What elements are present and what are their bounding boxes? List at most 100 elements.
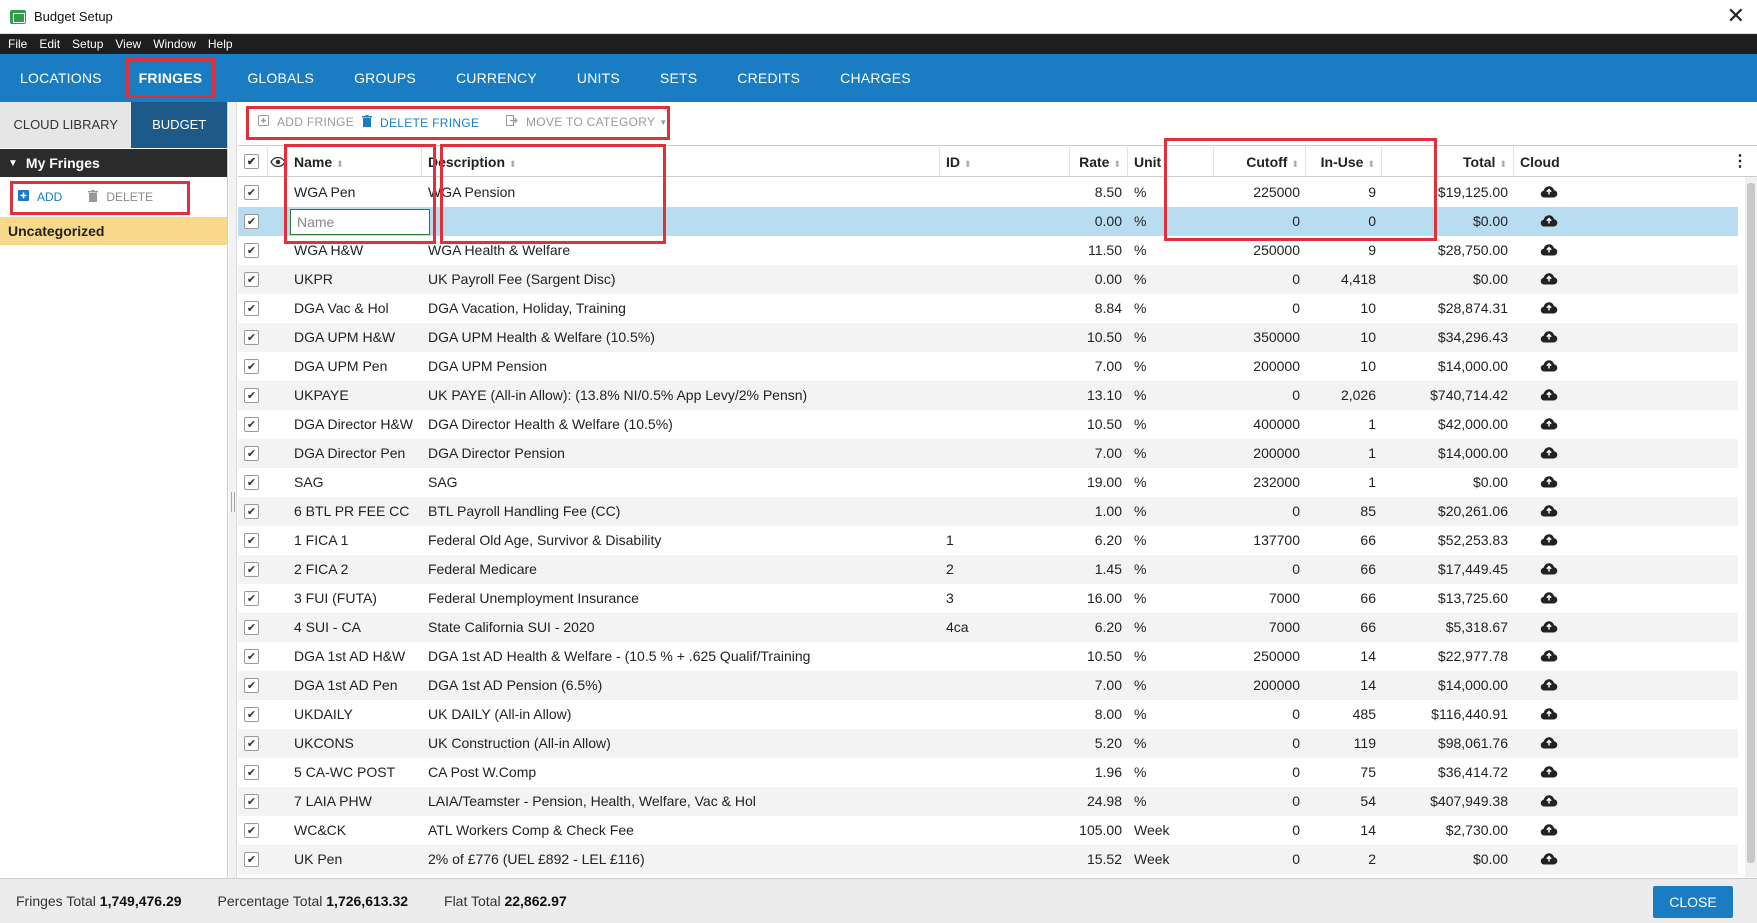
tab-sets[interactable]: SETS <box>640 54 717 102</box>
fringe-id[interactable] <box>946 236 1066 265</box>
column-in-use[interactable]: In-Use ⬍ <box>1306 147 1382 177</box>
fringe-rate[interactable]: 16.00 <box>1070 584 1122 613</box>
fringe-cutoff[interactable]: 0 <box>1214 787 1300 816</box>
row-visible-checkbox[interactable]: ✔ <box>244 504 259 519</box>
menu-window[interactable]: Window <box>153 37 196 51</box>
fringe-rate[interactable]: 10.50 <box>1070 410 1122 439</box>
fringe-cutoff[interactable]: 0 <box>1214 816 1300 845</box>
fringe-unit[interactable]: % <box>1134 439 1214 468</box>
fringe-rate[interactable]: 1.00 <box>1070 497 1122 526</box>
fringe-name[interactable]: DGA Director Pen <box>294 439 422 468</box>
fringe-cutoff[interactable]: 0 <box>1214 294 1300 323</box>
column-cutoff[interactable]: Cutoff ⬍ <box>1214 147 1306 177</box>
fringe-rate[interactable]: 8.00 <box>1070 700 1122 729</box>
row-visible-checkbox[interactable]: ✔ <box>244 562 259 577</box>
fringe-cutoff[interactable]: 200000 <box>1214 439 1300 468</box>
row-visible-checkbox[interactable]: ✔ <box>244 475 259 490</box>
fringe-cutoff[interactable]: 7000 <box>1214 584 1300 613</box>
fringe-unit[interactable]: % <box>1134 207 1214 236</box>
fringe-cutoff[interactable]: 0 <box>1214 207 1300 236</box>
fringe-cutoff[interactable]: 250000 <box>1214 642 1300 671</box>
table-row[interactable]: ✔ UK Pen 2% of £776 (UEL £892 - LEL £116) 1… <box>238 845 1738 874</box>
fringe-description[interactable]: CA Post W.Comp <box>428 758 938 787</box>
row-visible-checkbox[interactable]: ✔ <box>244 620 259 635</box>
select-all-checkbox[interactable]: ✔ <box>244 154 259 169</box>
fringe-description[interactable]: DGA Vacation, Holiday, Training <box>428 294 938 323</box>
close-button[interactable]: CLOSE <box>1653 886 1733 918</box>
fringe-name-input[interactable] <box>290 209 430 235</box>
table-row[interactable]: ✔ 4 SUI - CA State California SUI - 2020 4c… <box>238 613 1738 642</box>
fringe-description[interactable]: BTL Payroll Handling Fee (CC) <box>428 497 938 526</box>
fringe-name[interactable]: 4 SUI - CA <box>294 613 422 642</box>
fringe-description[interactable]: DGA 1st AD Health & Welfare - (10.5 % + … <box>428 642 938 671</box>
window-close-icon[interactable]: ✕ <box>1727 4 1745 28</box>
fringe-rate[interactable]: 8.50 <box>1070 178 1122 207</box>
table-row[interactable]: ✔ 3 FUI (FUTA) Federal Unemployment Insura… <box>238 584 1738 613</box>
fringe-rate[interactable]: 6.20 <box>1070 526 1122 555</box>
fringe-name[interactable]: 7 LAIA PHW <box>294 787 422 816</box>
fringe-name[interactable]: WGA H&W <box>294 236 422 265</box>
cloud-upload-icon[interactable] <box>1540 823 1558 837</box>
fringe-unit[interactable]: % <box>1134 787 1214 816</box>
fringe-name[interactable]: DGA Vac & Hol <box>294 294 422 323</box>
fringe-rate[interactable]: 1.96 <box>1070 758 1122 787</box>
fringe-name[interactable]: UKDAILY <box>294 700 422 729</box>
fringe-description[interactable]: WGA Pension <box>428 178 938 207</box>
fringe-description[interactable]: UK DAILY (All-in Allow) <box>428 700 938 729</box>
fringe-unit[interactable]: % <box>1134 613 1214 642</box>
fringe-rate[interactable]: 7.00 <box>1070 439 1122 468</box>
row-visible-checkbox[interactable]: ✔ <box>244 301 259 316</box>
fringe-name[interactable]: WGA Pen <box>294 178 422 207</box>
fringe-unit[interactable]: Week <box>1134 845 1214 874</box>
row-visible-checkbox[interactable]: ✔ <box>244 388 259 403</box>
fringe-description[interactable]: DGA Director Health & Welfare (10.5%) <box>428 410 938 439</box>
fringe-name[interactable]: UKCONS <box>294 729 422 758</box>
row-visible-checkbox[interactable]: ✔ <box>244 591 259 606</box>
column-cloud[interactable]: Cloud <box>1514 147 1578 177</box>
tab-credits[interactable]: CREDITS <box>717 54 820 102</box>
fringe-id[interactable] <box>946 497 1066 526</box>
fringe-unit[interactable]: % <box>1134 236 1214 265</box>
fringe-description[interactable]: LAIA/Teamster - Pension, Health, Welfare… <box>428 787 938 816</box>
fringe-unit[interactable]: % <box>1134 265 1214 294</box>
move-to-category-button[interactable]: MOVE TO CATEGORY ▼ <box>506 115 668 129</box>
fringe-cutoff[interactable]: 0 <box>1214 555 1300 584</box>
fringe-id[interactable] <box>946 265 1066 294</box>
cloud-upload-icon[interactable] <box>1540 707 1558 721</box>
fringe-id[interactable] <box>946 381 1066 410</box>
cloud-upload-icon[interactable] <box>1540 475 1558 489</box>
fringe-id[interactable] <box>946 729 1066 758</box>
table-row[interactable]: ✔ DGA Director Pen DGA Director Pension 7.0… <box>238 439 1738 468</box>
fringe-cutoff[interactable]: 137700 <box>1214 526 1300 555</box>
cloud-upload-icon[interactable] <box>1540 765 1558 779</box>
fringe-id[interactable] <box>946 816 1066 845</box>
cloud-upload-icon[interactable] <box>1540 330 1558 344</box>
row-visible-checkbox[interactable]: ✔ <box>244 243 259 258</box>
fringe-description[interactable]: Federal Unemployment Insurance <box>428 584 938 613</box>
cloud-upload-icon[interactable] <box>1540 533 1558 547</box>
fringe-rate[interactable]: 8.84 <box>1070 294 1122 323</box>
row-visible-checkbox[interactable]: ✔ <box>244 359 259 374</box>
row-visible-checkbox[interactable]: ✔ <box>244 678 259 693</box>
fringe-name[interactable]: DGA UPM H&W <box>294 323 422 352</box>
tab-globals[interactable]: GLOBALS <box>227 54 334 102</box>
fringe-rate[interactable]: 6.20 <box>1070 613 1122 642</box>
cloud-upload-icon[interactable] <box>1540 417 1558 431</box>
fringe-description[interactable]: DGA 1st AD Pension (6.5%) <box>428 671 938 700</box>
fringe-unit[interactable]: % <box>1134 526 1214 555</box>
tab-budget[interactable]: BUDGET <box>119 102 227 148</box>
fringe-rate[interactable]: 24.98 <box>1070 787 1122 816</box>
fringe-description[interactable]: DGA Director Pension <box>428 439 938 468</box>
fringe-unit[interactable]: % <box>1134 497 1214 526</box>
fringe-unit[interactable]: % <box>1134 555 1214 584</box>
row-visible-checkbox[interactable]: ✔ <box>244 794 259 809</box>
fringe-description[interactable]: UK PAYE (All-in Allow): (13.8% NI/0.5% A… <box>428 381 938 410</box>
fringe-id[interactable] <box>946 439 1066 468</box>
tab-cloud-library[interactable]: CLOUD LIBRARY <box>0 102 132 148</box>
cloud-upload-icon[interactable] <box>1540 678 1558 692</box>
fringe-description[interactable]: Federal Medicare <box>428 555 938 584</box>
fringe-id[interactable] <box>946 468 1066 497</box>
fringe-id[interactable] <box>946 845 1066 874</box>
fringe-unit[interactable]: % <box>1134 410 1214 439</box>
table-row[interactable]: ✔ 1 FICA 1 Federal Old Age, Survivor & Dis… <box>238 526 1738 555</box>
